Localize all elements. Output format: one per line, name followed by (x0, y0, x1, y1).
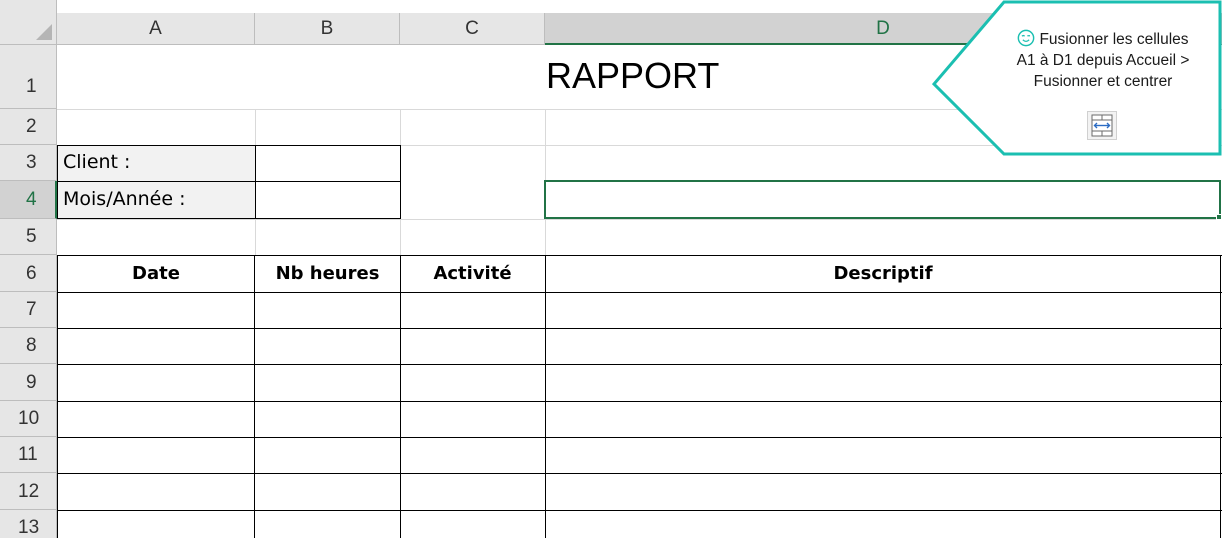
table-border (57, 328, 1222, 329)
column-header-b[interactable]: B (255, 13, 400, 45)
table-border (57, 401, 1222, 402)
table-border (57, 473, 1222, 474)
selected-cell-d4[interactable] (544, 180, 1221, 219)
header-descriptif: Descriptif (833, 263, 933, 284)
tooltip-line-2: A1 à D1 depuis Accueil > (1016, 52, 1190, 69)
table-border (1220, 255, 1221, 538)
table-border (57, 255, 58, 538)
merge-center-icon (1087, 111, 1117, 140)
row-header-1[interactable]: 1 (0, 45, 57, 109)
table-border (545, 255, 546, 538)
client-box-border (255, 145, 256, 219)
table-border (57, 510, 1222, 511)
client-label: Client : (63, 151, 131, 173)
fill-handle[interactable] (1216, 214, 1222, 220)
row-header-5[interactable]: 5 (0, 219, 57, 255)
table-border (57, 292, 1222, 293)
table-border (57, 437, 1222, 438)
row-header-11[interactable]: 11 (0, 437, 57, 473)
row-header-10[interactable]: 10 (0, 401, 57, 437)
month-year-label: Mois/Année : (63, 188, 186, 210)
row-header-12[interactable]: 12 (0, 473, 57, 510)
table-border (400, 255, 401, 538)
header-activite: Activité (433, 263, 512, 284)
row-header-7[interactable]: 7 (0, 292, 57, 328)
row-header-13[interactable]: 13 (0, 510, 57, 538)
header-nb-heures: Nb heures (275, 263, 380, 284)
client-box-border (57, 218, 401, 219)
tooltip-text: Fusionner les cellules A1 à D1 depuis Ac… (990, 29, 1216, 92)
table-border (254, 255, 255, 538)
table-border (57, 255, 1222, 256)
client-box-border (400, 145, 401, 219)
row-header-9[interactable]: 9 (0, 364, 57, 401)
row-header-3[interactable]: 3 (0, 145, 57, 181)
select-all-corner[interactable] (0, 0, 57, 45)
row-header-8[interactable]: 8 (0, 328, 57, 364)
report-title[interactable]: RAPPORT (546, 55, 719, 97)
select-all-triangle-icon (36, 24, 52, 40)
row-header-6[interactable]: 6 (0, 255, 57, 292)
column-header-a[interactable]: A (57, 13, 255, 45)
tooltip-line-1: Fusionner les cellules (1039, 31, 1189, 48)
row-header-4[interactable]: 4 (0, 181, 57, 219)
table-border (57, 364, 1222, 365)
column-header-c[interactable]: C (400, 13, 545, 45)
tooltip-line-3: Fusionner et centrer (1033, 73, 1173, 90)
row-header-2[interactable]: 2 (0, 109, 57, 145)
gridline-h (57, 219, 1222, 220)
header-date: Date (132, 263, 180, 284)
wink-face-icon (1018, 29, 1035, 47)
